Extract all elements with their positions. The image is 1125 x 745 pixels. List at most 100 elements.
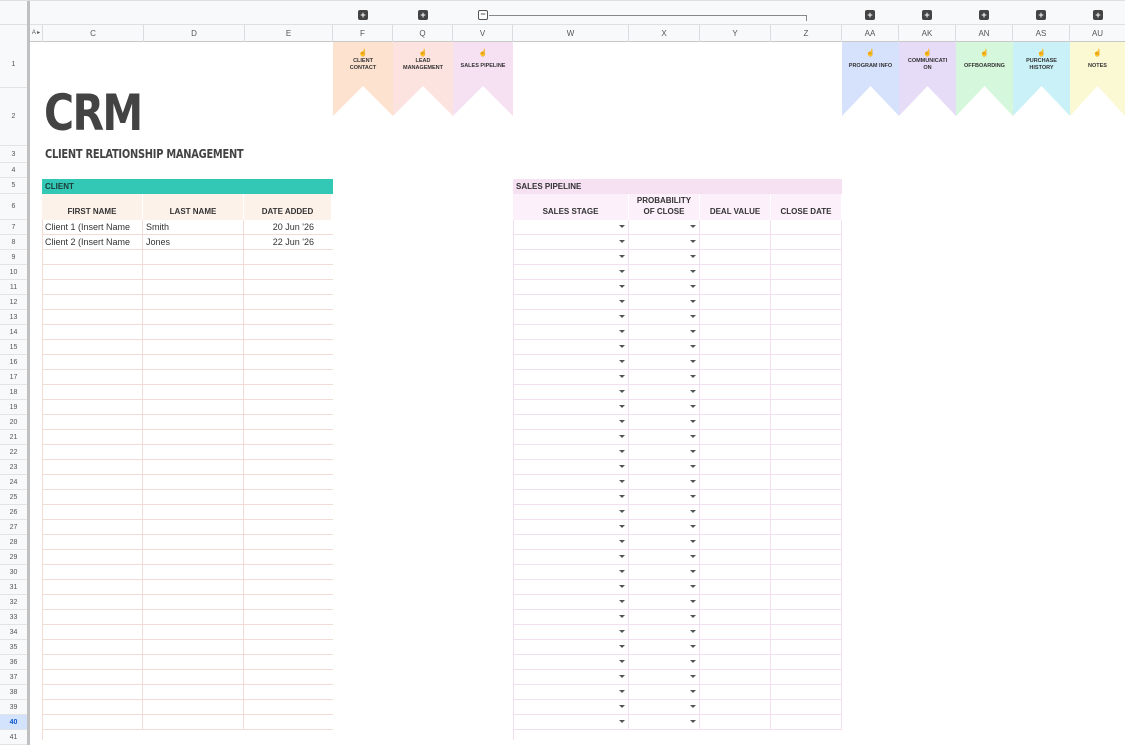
expand-group-f-icon[interactable]: + [358, 10, 368, 20]
pipeline-table-row[interactable] [513, 655, 842, 670]
client-table-row[interactable] [42, 535, 333, 550]
close-date-cell[interactable] [771, 520, 842, 535]
row-35-header[interactable]: 35 [0, 640, 27, 655]
first-name-cell[interactable] [42, 460, 143, 475]
date-added-cell[interactable] [244, 430, 332, 445]
column-au-header[interactable]: AU [1070, 25, 1125, 42]
date-added-cell[interactable] [244, 550, 332, 565]
last-name-cell[interactable] [143, 550, 244, 565]
last-name-cell[interactable] [143, 490, 244, 505]
dropdown-chevron-icon[interactable] [619, 435, 625, 438]
dropdown-chevron-icon[interactable] [690, 495, 696, 498]
deal-value-cell[interactable] [700, 415, 771, 430]
sales-stage-cell[interactable] [513, 295, 629, 310]
first-name-cell[interactable] [42, 490, 143, 505]
deal-value-cell[interactable] [700, 310, 771, 325]
date-added-cell[interactable] [244, 370, 332, 385]
close-date-cell[interactable] [771, 610, 842, 625]
last-name-cell[interactable] [143, 670, 244, 685]
nav-banner-program-info[interactable]: ☝ PROGRAM INFO [842, 42, 899, 116]
pipeline-table-row[interactable] [513, 370, 842, 385]
dropdown-chevron-icon[interactable] [619, 285, 625, 288]
sales-stage-cell[interactable] [513, 280, 629, 295]
dropdown-chevron-icon[interactable] [690, 705, 696, 708]
last-name-cell[interactable]: Smith [143, 220, 244, 235]
row-7-header[interactable]: 7 [0, 220, 27, 235]
row-32-header[interactable]: 32 [0, 595, 27, 610]
date-added-cell[interactable] [244, 295, 332, 310]
date-added-cell[interactable] [244, 265, 332, 280]
expand-group-as-icon[interactable]: + [1036, 10, 1046, 20]
sales-stage-cell[interactable] [513, 685, 629, 700]
column-z-header[interactable]: Z [771, 25, 842, 42]
sales-stage-cell[interactable] [513, 460, 629, 475]
last-name-cell[interactable] [143, 685, 244, 700]
row-16-header[interactable]: 16 [0, 355, 27, 370]
client-table-row[interactable] [42, 520, 333, 535]
nav-banner-offboarding[interactable]: ☝ OFFBOARDING [956, 42, 1013, 116]
sales-stage-cell[interactable] [513, 580, 629, 595]
client-table-row[interactable] [42, 505, 333, 520]
row-33-header[interactable]: 33 [0, 610, 27, 625]
pipeline-table-row[interactable] [513, 535, 842, 550]
pipeline-table-row[interactable] [513, 340, 842, 355]
column-x-header[interactable]: X [629, 25, 700, 42]
deal-value-cell[interactable] [700, 535, 771, 550]
sales-stage-cell[interactable] [513, 595, 629, 610]
deal-value-cell[interactable] [700, 370, 771, 385]
last-name-cell[interactable] [143, 475, 244, 490]
sales-stage-cell[interactable] [513, 535, 629, 550]
column-an-header[interactable]: AN [956, 25, 1013, 42]
pipeline-table-row[interactable] [513, 430, 842, 445]
pipeline-table-row[interactable] [513, 550, 842, 565]
dropdown-chevron-icon[interactable] [619, 705, 625, 708]
deal-value-cell[interactable] [700, 640, 771, 655]
deal-value-cell[interactable] [700, 580, 771, 595]
client-table-row[interactable] [42, 715, 333, 730]
close-date-cell[interactable] [771, 370, 842, 385]
first-name-cell[interactable] [42, 625, 143, 640]
sales-stage-cell[interactable] [513, 235, 629, 250]
date-added-cell[interactable] [244, 400, 332, 415]
nav-banner-client-contact[interactable]: ☝ CLIENT CONTACT [333, 42, 393, 116]
close-date-cell[interactable] [771, 550, 842, 565]
sales-stage-cell[interactable] [513, 310, 629, 325]
date-added-cell[interactable] [244, 340, 332, 355]
date-added-cell[interactable] [244, 310, 332, 325]
pipeline-table-row[interactable] [513, 460, 842, 475]
close-date-cell[interactable] [771, 325, 842, 340]
dropdown-chevron-icon[interactable] [619, 540, 625, 543]
close-date-cell[interactable] [771, 295, 842, 310]
dropdown-chevron-icon[interactable] [690, 255, 696, 258]
client-table-row[interactable]: Client 1 (Insert Name Smith 20 Jun '26 [42, 220, 333, 235]
deal-value-cell[interactable] [700, 385, 771, 400]
last-name-cell[interactable] [143, 505, 244, 520]
close-date-cell[interactable] [771, 625, 842, 640]
last-name-cell[interactable] [143, 430, 244, 445]
client-table-row[interactable] [42, 595, 333, 610]
column-y-header[interactable]: Y [700, 25, 771, 42]
pipeline-table-row[interactable] [513, 220, 842, 235]
dropdown-chevron-icon[interactable] [690, 390, 696, 393]
dropdown-chevron-icon[interactable] [619, 300, 625, 303]
date-added-cell[interactable] [244, 250, 332, 265]
pipeline-table-row[interactable] [513, 685, 842, 700]
date-added-cell[interactable] [244, 715, 332, 730]
last-name-cell[interactable] [143, 310, 244, 325]
deal-value-cell[interactable] [700, 340, 771, 355]
pipeline-table-row[interactable] [513, 565, 842, 580]
pipeline-table-row[interactable] [513, 625, 842, 640]
dropdown-chevron-icon[interactable] [619, 225, 625, 228]
deal-value-cell[interactable] [700, 670, 771, 685]
pipeline-table-row[interactable] [513, 715, 842, 730]
close-date-cell[interactable] [771, 505, 842, 520]
column-c-header[interactable]: C [43, 25, 144, 42]
last-name-cell[interactable] [143, 715, 244, 730]
client-table-row[interactable] [42, 265, 333, 280]
dropdown-chevron-icon[interactable] [619, 720, 625, 723]
first-name-cell[interactable] [42, 250, 143, 265]
pipeline-table-row[interactable] [513, 310, 842, 325]
dropdown-chevron-icon[interactable] [690, 675, 696, 678]
dropdown-chevron-icon[interactable] [690, 225, 696, 228]
date-added-cell[interactable] [244, 565, 332, 580]
